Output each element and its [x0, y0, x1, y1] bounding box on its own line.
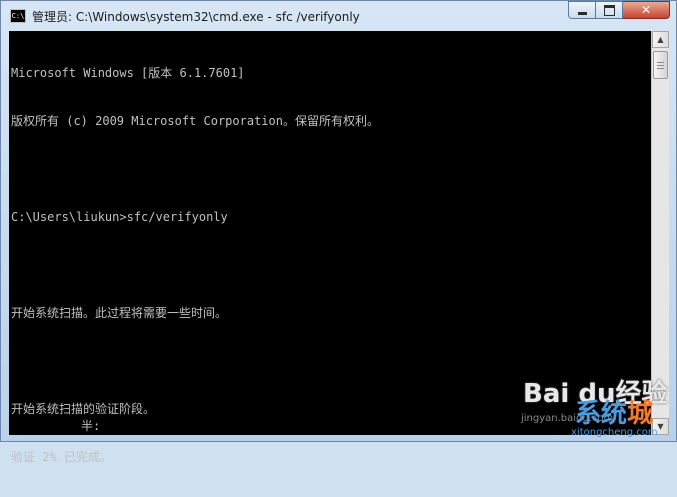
grip-line [657, 62, 664, 63]
console-line: 开始系统扫描。此过程将需要一些时间。 [11, 306, 228, 320]
console-line: Microsoft Windows [版本 6.1.7601] [11, 66, 245, 80]
scroll-thumb[interactable] [653, 51, 668, 79]
maximize-button[interactable] [596, 1, 623, 19]
console-line: 版权所有 (c) 2009 Microsoft Corporation。保留所有… [11, 114, 379, 128]
xitongcheng-watermark-url: xitongcheng.com [571, 427, 658, 438]
console-line: 验证 2% 已完成。 [11, 450, 112, 464]
maximize-icon [603, 4, 615, 16]
cmd-window: C:\ 管理员: C:\Windows\system32\cmd.exe - s… [0, 0, 677, 464]
scroll-up-button[interactable]: ▲ [652, 31, 669, 48]
grip-line [657, 65, 664, 66]
brand-text: 系统 [575, 399, 628, 429]
console-line: 开始系统扫描的验证阶段。 [11, 402, 156, 416]
title-bar[interactable]: C:\ 管理员: C:\Windows\system32\cmd.exe - s… [1, 1, 676, 31]
ime-status-indicator: 半: [81, 419, 101, 433]
console-line: C:\Users\liukun>sfc/verifyonly [11, 210, 228, 224]
arrow-down-icon: ▼ [657, 422, 664, 431]
close-icon: ✕ [640, 3, 652, 17]
xitongcheng-watermark: 系统城 [575, 393, 653, 430]
arrow-up-icon: ▲ [657, 35, 664, 44]
window-title: 管理员: C:\Windows\system32\cmd.exe - sfc /… [32, 9, 360, 24]
console-output: Microsoft Windows [版本 6.1.7601] 版权所有 (c)… [11, 33, 379, 497]
minimize-icon [577, 11, 587, 15]
minimize-button[interactable] [568, 1, 596, 19]
window-controls: ✕ [568, 1, 670, 19]
brand-accent: 城 [627, 399, 654, 429]
grip-line [657, 68, 664, 69]
close-button[interactable]: ✕ [623, 1, 670, 19]
cmd-app-icon[interactable]: C:\ [10, 9, 26, 23]
